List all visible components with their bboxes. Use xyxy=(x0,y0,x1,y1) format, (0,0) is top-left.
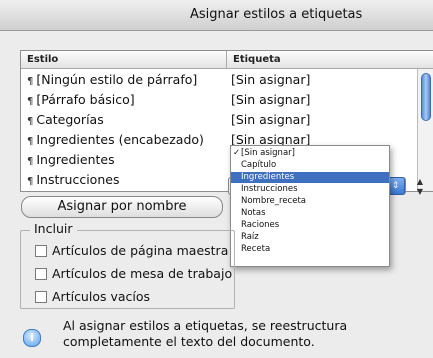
paragraph-icon: ¶ xyxy=(27,176,34,187)
table-row[interactable]: ¶ [Párrafo básico] [Sin asignar] xyxy=(21,90,416,110)
checkbox[interactable] xyxy=(35,268,47,280)
paragraph-icon: ¶ xyxy=(27,116,34,127)
stepper-arrows-icon[interactable]: ▲ ▼ xyxy=(414,177,426,197)
style-name: Ingredientes xyxy=(36,152,115,167)
style-name: Categorías xyxy=(36,112,104,127)
table-row[interactable]: ¶ Categorías [Sin asignar] xyxy=(21,110,416,130)
tag-name[interactable]: [Sin asignar] xyxy=(231,72,310,87)
style-name: [Ningún estilo de párrafo] xyxy=(36,72,198,87)
column-header-tag[interactable]: Etiqueta xyxy=(227,51,433,69)
assign-by-name-button[interactable]: Asignar por nombre xyxy=(21,196,223,218)
menu-item[interactable]: Raíz xyxy=(231,232,389,243)
table-row[interactable]: ¶ [Ningún estilo de párrafo] [Sin asignar… xyxy=(21,70,416,90)
include-group-label: Incluir xyxy=(30,221,77,236)
menu-item[interactable]: Capítulo xyxy=(231,160,389,171)
checkmark-icon: ✓ xyxy=(233,148,241,158)
info-icon: i xyxy=(23,329,41,347)
menu-item[interactable]: Nombre_receta xyxy=(231,196,389,207)
tag-name[interactable]: [Sin asignar] xyxy=(231,112,310,127)
scrollbar-thumb[interactable] xyxy=(421,73,431,121)
style-name: Ingredientes (encabezado) xyxy=(36,132,204,147)
style-name: Instrucciones xyxy=(36,172,120,187)
menu-item[interactable]: ✓ [Sin asignar] xyxy=(231,148,389,159)
menu-item[interactable]: Receta xyxy=(231,244,389,255)
paragraph-icon: ¶ xyxy=(27,96,34,107)
paragraph-icon: ¶ xyxy=(27,136,34,147)
checkbox[interactable] xyxy=(35,245,47,257)
menu-item[interactable]: Notas xyxy=(231,208,389,219)
checkbox-empty-stories[interactable]: Artículos vacíos xyxy=(35,289,225,305)
menu-item[interactable]: Instrucciones xyxy=(231,184,389,195)
vertical-scrollbar[interactable] xyxy=(417,69,433,191)
info-message: Al asignar estilos a etiquetas, se reest… xyxy=(63,318,348,349)
checkbox[interactable] xyxy=(35,291,47,303)
tag-name[interactable]: [Sin asignar] xyxy=(231,92,310,107)
menu-item[interactable]: Raciones xyxy=(231,220,389,231)
paragraph-icon: ¶ xyxy=(27,156,34,167)
title-bar: Asignar estilos a etiquetas xyxy=(0,0,433,31)
checkbox-master-page-items[interactable]: Artículos de página maestra xyxy=(35,243,228,259)
window-title: Asignar estilos a etiquetas xyxy=(190,7,363,22)
paragraph-icon: ¶ xyxy=(27,76,34,87)
style-name: [Párrafo básico] xyxy=(36,92,135,107)
checkbox-pasteboard-items[interactable]: Artículos de mesa de trabajo xyxy=(35,266,232,282)
menu-item-selected[interactable]: Ingredientes xyxy=(231,172,389,183)
column-header-style[interactable]: Estilo xyxy=(21,51,227,69)
tag-dropdown-menu: ✓ [Sin asignar] Capítulo Ingredientes In… xyxy=(230,145,390,267)
